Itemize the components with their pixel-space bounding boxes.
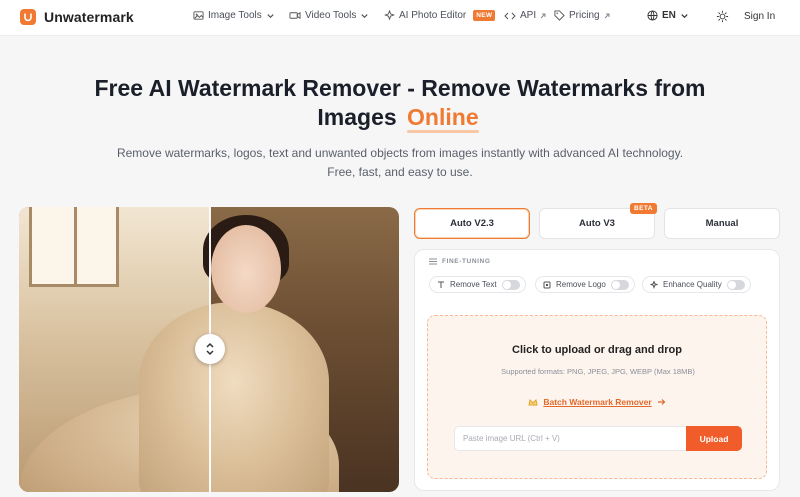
text-icon (438, 281, 444, 288)
chevron-down-icon (681, 14, 688, 19)
title-images-word: Images (317, 104, 397, 130)
sun-icon (716, 10, 729, 23)
title-line-1: Free AI Watermark Remover - Remove Water… (94, 75, 706, 101)
page-subtitle: Remove watermarks, logos, text and unwan… (116, 146, 684, 179)
external-link-icon (604, 13, 610, 18)
external-link-icon (540, 13, 546, 18)
chevron-down-icon (267, 14, 274, 19)
nav-api[interactable]: API (504, 10, 546, 21)
upload-panel: FINE-TUNING Remove Text Remove Logo Enha… (414, 249, 780, 491)
remove-logo-switch[interactable] (610, 279, 629, 290)
image-url-input[interactable] (454, 426, 686, 451)
title-accent: Online (403, 104, 483, 130)
mode-auto-v23[interactable]: Auto V2.3 (414, 208, 530, 239)
window-shape (29, 207, 119, 287)
crown-icon (528, 398, 538, 405)
nav-pricing[interactable]: Pricing (554, 10, 610, 21)
top-navbar: Unwatermark Image Tools Video Tools AI P… (0, 0, 800, 36)
code-icon (504, 12, 516, 19)
globe-icon (647, 10, 658, 21)
chevron-down-icon (361, 14, 368, 19)
dropzone-title: Click to upload or drag and drop (512, 344, 682, 356)
upload-dropzone[interactable]: Click to upload or drag and drop Support… (427, 315, 767, 479)
before-after-compare[interactable] (19, 207, 399, 492)
image-icon (193, 11, 204, 20)
nav-ai-photo-editor[interactable]: AI Photo Editor NEW (384, 10, 496, 21)
sparkle-icon (650, 280, 658, 289)
new-badge: NEW (473, 10, 496, 21)
remove-text-switch[interactable] (501, 279, 520, 290)
option-remove-logo-label: Remove Logo (556, 280, 606, 289)
brand-logo[interactable]: Unwatermark (20, 9, 134, 25)
sign-in-link[interactable]: Sign In (744, 11, 775, 22)
arrow-right-icon (657, 399, 666, 405)
nav-api-label: API (520, 10, 537, 21)
nav-ai-photo-editor-label: AI Photo Editor (399, 10, 467, 21)
video-icon (289, 11, 301, 20)
chevron-up-down-icon (206, 342, 214, 356)
beta-badge: BETA (630, 203, 657, 214)
nav-image-tools[interactable]: Image Tools (193, 10, 275, 21)
sliders-icon (429, 258, 437, 265)
mode-auto-v3-label: Auto V3 (579, 218, 615, 229)
woman-dress-bodice (139, 302, 329, 492)
enhance-quality-switch[interactable] (726, 279, 745, 290)
upload-button[interactable]: Upload (686, 426, 742, 451)
batch-remover-link[interactable]: Batch Watermark Remover (428, 397, 766, 407)
woman-face (211, 225, 281, 313)
theme-toggle[interactable] (716, 10, 729, 28)
page-title: Free AI Watermark Remover - Remove Water… (20, 74, 780, 132)
title-line-2: Images Online (20, 103, 780, 132)
option-remove-text-label: Remove Text (450, 280, 497, 289)
mode-tabs: Auto V2.3 Auto V3 BETA Manual (414, 203, 780, 239)
fine-tuning-label: FINE-TUNING (442, 258, 491, 265)
logo-icon (543, 281, 551, 288)
url-upload-row: Upload (454, 426, 742, 451)
sparkle-icon (384, 10, 395, 21)
language-label: EN (662, 10, 676, 21)
brand-name: Unwatermark (44, 9, 134, 25)
supported-formats: Supported formats: PNG, JPEG, JPG, WEBP … (501, 367, 695, 376)
language-selector[interactable]: EN (647, 10, 689, 21)
option-enhance-quality-label: Enhance Quality (663, 280, 722, 289)
nav-image-tools-label: Image Tools (208, 10, 262, 21)
nav-pricing-label: Pricing (569, 10, 600, 21)
option-remove-text[interactable]: Remove Text (429, 276, 526, 293)
option-enhance-quality[interactable]: Enhance Quality (642, 276, 751, 293)
option-remove-logo[interactable]: Remove Logo (535, 276, 635, 293)
nav-video-tools-label: Video Tools (305, 10, 357, 21)
nav-video-tools[interactable]: Video Tools (289, 10, 369, 21)
batch-remover-label: Batch Watermark Remover (543, 397, 652, 407)
compare-slider-handle[interactable] (195, 334, 225, 364)
logo-icon (20, 9, 36, 25)
tag-icon (554, 10, 565, 21)
mode-manual[interactable]: Manual (664, 208, 780, 239)
fine-tuning-header: FINE-TUNING (429, 258, 491, 265)
